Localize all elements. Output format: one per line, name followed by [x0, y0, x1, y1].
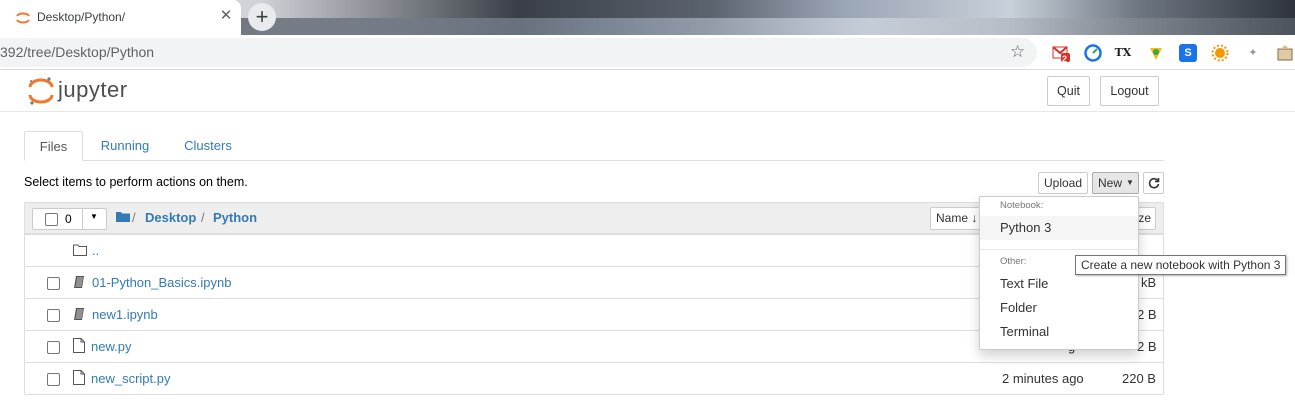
new-terminal-item[interactable]: Terminal: [980, 320, 1138, 344]
notebook-icon: [74, 308, 84, 320]
file-name-link[interactable]: 01-Python_Basics.ipynb: [92, 275, 231, 290]
new-tab-icon[interactable]: +: [248, 3, 276, 31]
file-size: kB: [1141, 275, 1157, 290]
breadcrumb-separator: /: [132, 210, 136, 225]
new-folder-item[interactable]: Folder: [980, 296, 1138, 320]
breadcrumb-desktop[interactable]: Desktop: [145, 210, 196, 225]
tab-running[interactable]: Running: [91, 131, 159, 161]
breadcrumb-separator: /: [201, 210, 205, 225]
notebook-icon: [74, 276, 84, 288]
select-all-button[interactable]: 0 ▼: [32, 208, 107, 230]
folder-home-icon[interactable]: [116, 211, 130, 222]
quit-button[interactable]: Quit: [1047, 76, 1090, 106]
row-checkbox[interactable]: [47, 309, 60, 322]
breadcrumb-python[interactable]: Python: [213, 210, 257, 225]
close-tab-icon[interactable]: ✕: [218, 8, 234, 24]
refresh-icon: [1148, 177, 1159, 189]
selected-count: 0: [65, 212, 72, 226]
file-icon: [73, 338, 85, 353]
cat-extension-icon[interactable]: [1276, 44, 1294, 62]
sun-extension-icon[interactable]: [1211, 44, 1229, 62]
divider: [82, 209, 83, 229]
bookmark-star-icon[interactable]: ☆: [1010, 42, 1025, 62]
new-python3-notebook-item[interactable]: Python 3: [980, 216, 1138, 240]
url-text[interactable]: 392/tree/Desktop/Python: [0, 44, 154, 60]
file-icon: [73, 370, 85, 385]
jupyter-favicon-icon: [16, 12, 30, 24]
upload-button[interactable]: Upload: [1038, 172, 1088, 194]
gmail-extension-icon[interactable]: [1052, 44, 1070, 62]
file-name-link[interactable]: new.py: [91, 339, 131, 354]
refresh-button[interactable]: [1143, 172, 1164, 194]
sort-by-name-button[interactable]: Name ↓: [930, 207, 986, 230]
row-checkbox[interactable]: [47, 277, 60, 290]
tex-extension-icon[interactable]: TX: [1114, 44, 1132, 62]
arrow-down-icon: ↓: [971, 211, 978, 225]
python3-tooltip: Create a new notebook with Python 3: [1075, 255, 1287, 275]
omnibox[interactable]: [0, 38, 1037, 67]
sort-name-label: Name: [936, 211, 969, 225]
caret-down-icon: ▼: [1126, 178, 1134, 187]
menu-divider: [980, 249, 1138, 250]
tab-files[interactable]: Files: [24, 131, 83, 161]
tab-title: Desktop/Python/: [37, 10, 126, 24]
logout-button[interactable]: Logout: [1100, 76, 1159, 106]
browser-tab[interactable]: Desktop/Python/ ✕: [0, 0, 241, 35]
file-size: 220 B: [1122, 371, 1156, 386]
table-row[interactable]: new_script.py 2 minutes ago 220 B: [25, 362, 1163, 394]
new-button-label: New: [1098, 176, 1123, 190]
new-dropdown-button[interactable]: New ▼: [1092, 172, 1139, 194]
file-size: 2 B: [1137, 339, 1157, 354]
s-extension-icon[interactable]: S: [1179, 44, 1197, 62]
tab-clusters[interactable]: Clusters: [172, 131, 244, 161]
pin-gray-extension-icon[interactable]: ✦: [1244, 44, 1262, 62]
file-name-link[interactable]: new1.ipynb: [92, 307, 158, 322]
jupyter-logo-icon[interactable]: [28, 76, 54, 106]
row-checkbox[interactable]: [47, 373, 60, 386]
row-checkbox[interactable]: [47, 341, 60, 354]
notebook-section-header: Notebook:: [1000, 200, 1044, 211]
file-modified: 2 minutes ago: [1002, 371, 1084, 386]
select-all-checkbox[interactable]: [45, 213, 58, 226]
jupyter-wordmark: jupyter: [58, 77, 128, 102]
file-name-link[interactable]: new_script.py: [91, 371, 170, 386]
parent-directory-link[interactable]: ..: [92, 243, 99, 258]
new-text-file-item[interactable]: Text File: [980, 272, 1138, 296]
folder-icon: [73, 244, 87, 256]
other-section-header: Other:: [1000, 256, 1027, 267]
selection-hint: Select items to perform actions on them.: [24, 175, 248, 189]
file-size: 2 B: [1137, 307, 1157, 322]
caret-down-icon[interactable]: ▼: [90, 212, 98, 221]
speedometer-extension-icon[interactable]: [1084, 44, 1102, 62]
pin-extension-icon[interactable]: [1147, 44, 1165, 62]
gmail-badge: 2: [1062, 54, 1068, 64]
